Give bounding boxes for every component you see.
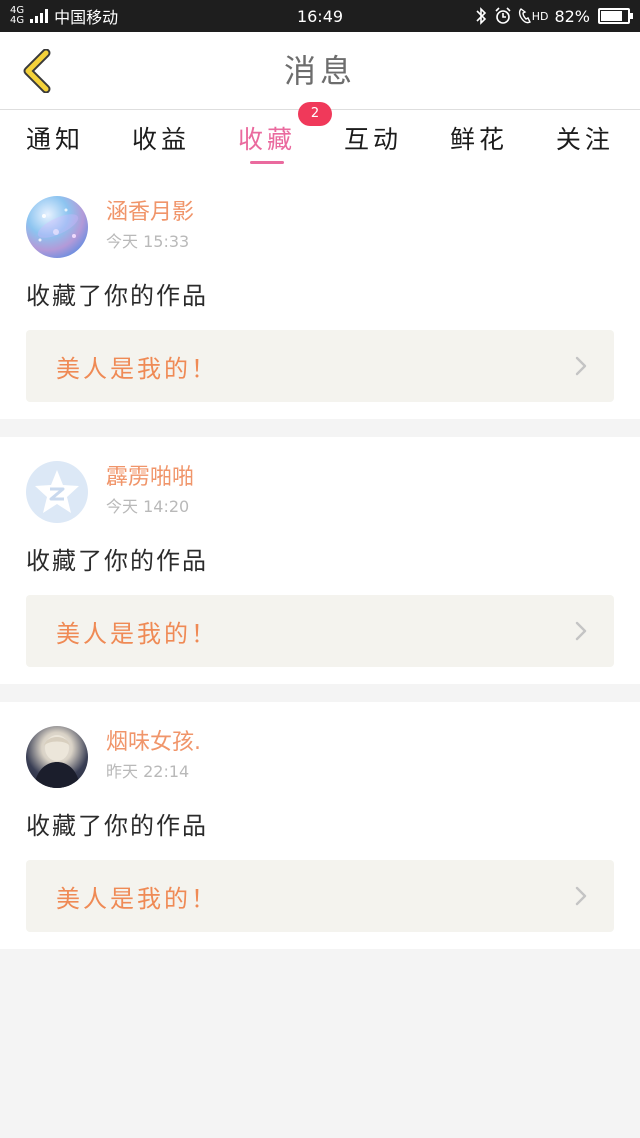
tab-following[interactable]: 关注 — [556, 110, 614, 172]
notification-list: 涵香月影 今天 15:33 收藏了你的作品 美人是我的！ 霹雳啪啪 今天 14:… — [0, 172, 640, 967]
user-meta: 烟味女孩. 昨天 22:14 — [106, 726, 201, 784]
active-tab-indicator — [249, 161, 284, 164]
chevron-right-icon — [575, 356, 587, 376]
notification-card: 霹雳啪啪 今天 14:20 收藏了你的作品 美人是我的！ — [0, 437, 640, 684]
network-label-secondary: 4G — [10, 15, 25, 26]
hd-call-icon: HD — [518, 8, 549, 24]
notification-header: 涵香月影 今天 15:33 — [26, 196, 614, 260]
tab-bar: 通知 收益 收藏 2 互动 鲜花 关注 — [0, 102, 640, 172]
chevron-right-icon — [575, 886, 587, 906]
notification-action: 收藏了你的作品 — [26, 547, 208, 575]
tab-favorites[interactable]: 收藏 2 — [237, 102, 332, 172]
work-title: 美人是我的！ — [56, 354, 218, 383]
work-link[interactable]: 美人是我的！ — [26, 860, 614, 932]
tab-label: 通知 — [26, 125, 85, 154]
qzone-star-icon — [35, 470, 79, 513]
user-meta: 霹雳啪啪 今天 14:20 — [106, 461, 194, 519]
chevron-right-icon — [575, 621, 587, 641]
username[interactable]: 烟味女孩. — [106, 728, 201, 758]
battery-text: 82% — [554, 6, 590, 26]
hd-label: HD — [531, 9, 549, 23]
favorites-count-badge: 2 — [297, 102, 332, 126]
timestamp: 昨天 22:14 — [106, 762, 190, 781]
username[interactable]: 霹雳啪啪 — [106, 463, 194, 493]
timestamp: 今天 14:20 — [106, 497, 190, 516]
alarm-icon — [495, 7, 511, 24]
app-root: 4G 4G 中国移动 16:49 HD 82% 消息 通知 收益 收藏 2 互动… — [0, 0, 640, 1138]
carrier-name: 中国移动 — [54, 8, 119, 27]
notification-action: 收藏了你的作品 — [26, 282, 208, 310]
galaxy-avatar-icon — [37, 208, 79, 242]
work-link[interactable]: 美人是我的！ — [26, 330, 614, 402]
battery-level-fill — [601, 11, 623, 21]
bluetooth-icon — [476, 7, 486, 25]
signal-icon — [30, 9, 49, 23]
avatar[interactable] — [26, 726, 88, 788]
battery-icon — [598, 8, 633, 24]
photo-avatar-icon — [34, 735, 80, 788]
app-header: 消息 — [0, 32, 640, 110]
tab-label: 收益 — [131, 125, 190, 154]
tab-label: 互动 — [343, 125, 402, 154]
notification-header: 烟味女孩. 昨天 22:14 — [26, 726, 614, 790]
network-indicator: 4G 4G — [10, 6, 24, 26]
tab-earnings[interactable]: 收益 — [132, 110, 190, 172]
tab-label: 收藏 — [237, 125, 296, 154]
notification-card: 涵香月影 今天 15:33 收藏了你的作品 美人是我的！ — [0, 172, 640, 419]
timestamp: 今天 15:33 — [106, 232, 190, 251]
page-title: 消息 — [283, 52, 356, 90]
work-link[interactable]: 美人是我的！ — [26, 595, 614, 667]
work-title: 美人是我的！ — [56, 884, 218, 913]
user-meta: 涵香月影 今天 15:33 — [106, 196, 194, 254]
status-right: HD 82% — [474, 6, 633, 26]
tab-notifications[interactable]: 通知 — [26, 110, 84, 172]
username[interactable]: 涵香月影 — [106, 198, 194, 228]
tab-interactions[interactable]: 互动 — [344, 110, 402, 172]
avatar[interactable] — [26, 196, 88, 258]
tab-flowers[interactable]: 鲜花 — [450, 110, 508, 172]
notification-header: 霹雳啪啪 今天 14:20 — [26, 461, 614, 525]
notification-action: 收藏了你的作品 — [26, 812, 208, 840]
tab-label: 关注 — [555, 125, 614, 154]
work-title: 美人是我的！ — [56, 619, 218, 648]
notification-card: 烟味女孩. 昨天 22:14 收藏了你的作品 美人是我的！ — [0, 702, 640, 949]
status-left: 4G 4G 中国移动 — [10, 4, 118, 28]
status-bar: 4G 4G 中国移动 16:49 HD 82% — [0, 0, 640, 32]
avatar[interactable] — [26, 461, 88, 523]
tab-label: 鲜花 — [449, 125, 508, 154]
